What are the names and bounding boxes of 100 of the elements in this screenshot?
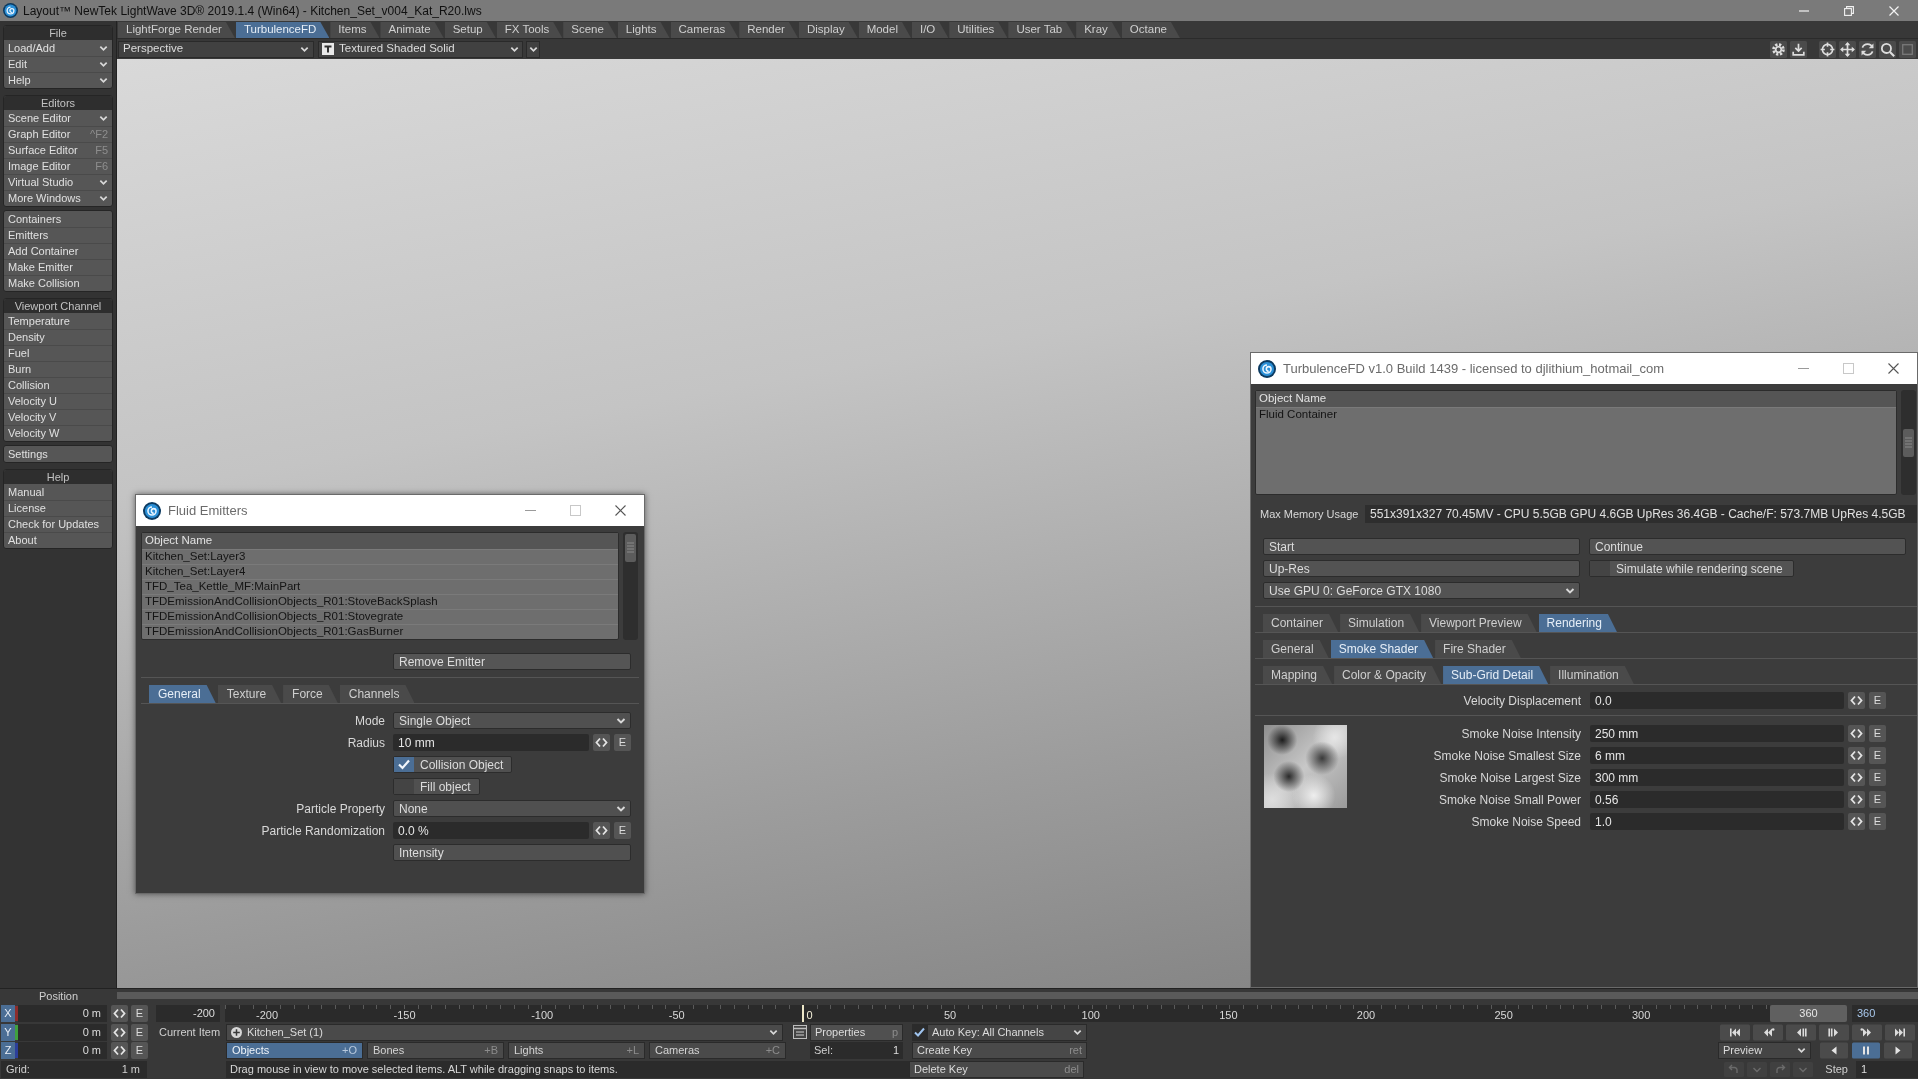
- number-field[interactable]: 6 mm: [1590, 747, 1844, 764]
- sidebar-item[interactable]: Surface Editor F5: [4, 142, 112, 158]
- tab[interactable]: Rendering: [1538, 614, 1617, 632]
- sidebar-item[interactable]: Help: [4, 72, 112, 88]
- play-reverse-icon[interactable]: [1820, 1042, 1848, 1060]
- left-right-arrows-icon[interactable]: [111, 1004, 128, 1022]
- tab[interactable]: General: [149, 685, 216, 703]
- gpu-dropdown[interactable]: Use GPU 0: GeForce GTX 1080: [1263, 582, 1580, 599]
- tab[interactable]: Force: [283, 685, 338, 703]
- sidebar-item[interactable]: Scene Editor: [4, 110, 112, 126]
- tab[interactable]: Model: [858, 22, 911, 38]
- list-row[interactable]: Fluid Container: [1256, 407, 1896, 422]
- envelope-button[interactable]: E: [1869, 747, 1886, 764]
- sidebar-item[interactable]: Density: [4, 329, 112, 345]
- left-right-arrows-icon[interactable]: [593, 822, 610, 839]
- number-field[interactable]: 0 m: [18, 1004, 107, 1022]
- tab[interactable]: Octane: [1121, 22, 1180, 38]
- sidebar-item[interactable]: Fuel: [4, 345, 112, 361]
- sidebar-item[interactable]: Add Container: [4, 243, 112, 259]
- envelope-button[interactable]: E: [614, 734, 631, 751]
- range-slider-bar[interactable]: [117, 992, 1918, 999]
- number-field[interactable]: 1: [1856, 1061, 1918, 1079]
- tab[interactable]: General: [1263, 640, 1329, 658]
- action-button[interactable]: Up-Res: [1263, 560, 1580, 577]
- step-forward-icon[interactable]: [1819, 1023, 1849, 1041]
- list-row[interactable]: TFDEmissionAndCollisionObjects_R01:Stovegrate: [142, 609, 618, 624]
- tab[interactable]: I/O: [911, 22, 949, 38]
- next-key-icon[interactable]: [1852, 1023, 1882, 1041]
- time-slider-thumb[interactable]: 360: [1770, 1004, 1847, 1022]
- dropdown[interactable]: None: [393, 800, 631, 817]
- tab[interactable]: Animate: [380, 22, 444, 38]
- left-right-arrows-icon[interactable]: [1848, 747, 1865, 764]
- left-right-arrows-icon[interactable]: [1848, 692, 1865, 709]
- number-field[interactable]: 10 mm: [393, 734, 589, 751]
- remove-emitter-button[interactable]: Remove Emitter: [393, 653, 631, 670]
- sidebar-item[interactable]: About: [4, 532, 112, 548]
- item-type-button[interactable]: Objects +O: [226, 1042, 363, 1060]
- sidebar-item[interactable]: Velocity U: [4, 393, 112, 409]
- list-row[interactable]: Kitchen_Set:Layer4: [142, 564, 618, 579]
- key-button[interactable]: Delete Key del: [909, 1061, 1084, 1079]
- list-row[interactable]: Kitchen_Set:Layer3: [142, 549, 618, 564]
- sidebar-item[interactable]: Settings: [4, 446, 112, 462]
- item-type-button[interactable]: Cameras +C: [649, 1042, 786, 1060]
- last-frame-icon[interactable]: [1885, 1023, 1915, 1041]
- sidebar-item[interactable]: Velocity V: [4, 409, 112, 425]
- frame-field[interactable]: 360: [1852, 1004, 1918, 1022]
- play-icon[interactable]: [1884, 1042, 1912, 1060]
- left-right-arrows-icon[interactable]: [1848, 725, 1865, 742]
- tab[interactable]: Display: [798, 22, 858, 38]
- sidebar-item[interactable]: Image Editor F6: [4, 158, 112, 174]
- number-field[interactable]: 250 mm: [1590, 725, 1844, 742]
- envelope-button[interactable]: E: [131, 1004, 148, 1022]
- number-field[interactable]: 0 m: [18, 1023, 107, 1041]
- action-button[interactable]: Continue: [1589, 538, 1906, 555]
- number-field[interactable]: 0.56: [1590, 791, 1844, 808]
- sidebar-item[interactable]: Velocity W: [4, 425, 112, 441]
- sidebar-item[interactable]: Virtual Studio: [4, 174, 112, 190]
- tab[interactable]: Kray: [1076, 22, 1121, 38]
- envelope-button[interactable]: E: [1869, 813, 1886, 830]
- left-right-arrows-icon[interactable]: [593, 734, 610, 751]
- scrollbar-thumb[interactable]: [1903, 428, 1914, 457]
- rotate-arrows-icon[interactable]: [1859, 40, 1876, 58]
- sidebar-item[interactable]: Collision: [4, 377, 112, 393]
- tab[interactable]: Scene: [563, 22, 617, 38]
- key-button[interactable]: Create Key ret: [912, 1042, 1087, 1060]
- view-dropdown[interactable]: Perspective: [118, 40, 314, 58]
- tab[interactable]: Setup: [444, 22, 496, 38]
- number-field[interactable]: 0.0: [1590, 692, 1844, 709]
- settings-icon[interactable]: [1770, 40, 1787, 58]
- sidebar-item[interactable]: Make Emitter: [4, 259, 112, 275]
- first-frame-icon[interactable]: [1720, 1023, 1750, 1041]
- list-row[interactable]: TFDEmissionAndCollisionObjects_R01:GasBurner: [142, 624, 618, 639]
- envelope-button[interactable]: E: [1869, 725, 1886, 742]
- tab[interactable]: Items: [330, 22, 380, 38]
- sidebar-item[interactable]: Containers: [4, 211, 112, 227]
- list-row[interactable]: TFD_Tea_Kettle_MF:MainPart: [142, 579, 618, 594]
- tab[interactable]: Fire Shader: [1435, 640, 1521, 658]
- envelope-button[interactable]: E: [1869, 769, 1886, 786]
- envelope-button[interactable]: E: [1869, 791, 1886, 808]
- tab[interactable]: Color & Opacity: [1334, 666, 1442, 684]
- envelope-button[interactable]: E: [1869, 692, 1886, 709]
- sidebar-item[interactable]: Check for Updates: [4, 516, 112, 532]
- tab[interactable]: Render: [739, 22, 798, 38]
- sidebar-item[interactable]: Burn: [4, 361, 112, 377]
- frame-field[interactable]: -200: [156, 1004, 220, 1022]
- checkbox-toggle[interactable]: Simulate while rendering scene: [1589, 560, 1794, 577]
- dropdown-button[interactable]: [526, 40, 540, 58]
- left-right-arrows-icon[interactable]: [1848, 769, 1865, 786]
- left-right-arrows-icon[interactable]: [111, 1042, 128, 1060]
- tab[interactable]: LightForge Render: [118, 22, 235, 38]
- checkbox-toggle[interactable]: Collision Object: [393, 756, 513, 773]
- download-icon[interactable]: [1790, 40, 1807, 58]
- sidebar-item[interactable]: Edit: [4, 56, 112, 72]
- list-row[interactable]: TFDEmissionAndCollisionObjects_R01:StoveBackSplash: [142, 594, 618, 609]
- tab[interactable]: User Tab: [1008, 22, 1076, 38]
- tab[interactable]: FX Tools: [496, 22, 563, 38]
- tab[interactable]: Lights: [617, 22, 670, 38]
- tab[interactable]: TurbulenceFD: [235, 22, 330, 38]
- checkbox-icon[interactable]: [912, 1023, 927, 1041]
- pause-icon[interactable]: [1852, 1042, 1880, 1060]
